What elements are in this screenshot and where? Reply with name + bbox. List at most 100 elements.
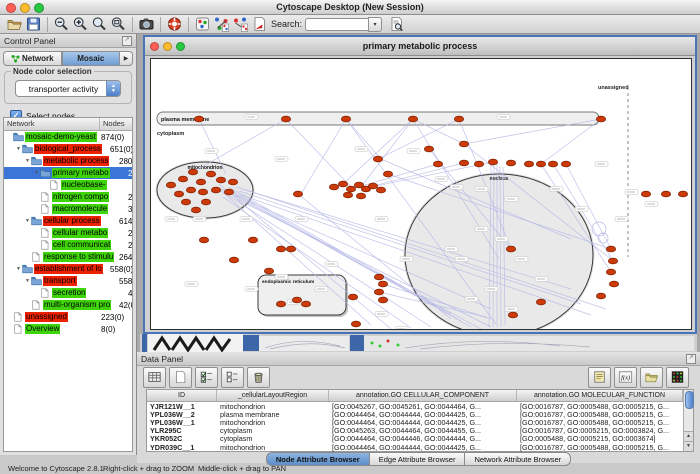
import-attr-icon[interactable] xyxy=(640,367,663,388)
expander-icon[interactable]: ▼ xyxy=(33,170,40,176)
tree-row[interactable]: ▼establishment of lo558(0) xyxy=(4,263,132,275)
network-node[interactable] xyxy=(343,192,352,198)
network-node[interactable] xyxy=(608,258,617,264)
network-node[interactable] xyxy=(196,179,205,185)
network-node[interactable] xyxy=(248,237,257,243)
column-header[interactable]: annotation.GO MOLECULAR_FUNCTION xyxy=(517,390,683,401)
network-node[interactable] xyxy=(378,281,387,287)
network-view-window[interactable]: primary metabolic process plasma membran… xyxy=(143,35,697,334)
tree-row[interactable]: cellular metabo209(0) xyxy=(4,227,132,239)
node-color-dropdown[interactable]: transporter activity ▲▼ xyxy=(15,80,121,97)
camera-icon[interactable] xyxy=(137,16,156,33)
search-input[interactable] xyxy=(305,18,368,31)
scroll-up-button[interactable]: ▲ xyxy=(684,431,693,441)
network-node[interactable] xyxy=(678,191,687,197)
network-node[interactable] xyxy=(424,146,433,152)
new-attr-icon[interactable] xyxy=(169,367,192,388)
scrollbar-thumb[interactable] xyxy=(685,391,694,409)
network-node[interactable] xyxy=(206,171,215,177)
network-node[interactable] xyxy=(188,169,197,175)
network-node[interactable] xyxy=(376,187,385,193)
self-loop-edge[interactable] xyxy=(592,222,606,236)
function-builder-icon[interactable]: f(x) xyxy=(614,367,637,388)
tree-row[interactable]: unassigned223(0) xyxy=(4,311,132,323)
network-node[interactable] xyxy=(459,160,468,166)
network-node[interactable] xyxy=(199,237,208,243)
tree-row[interactable]: macromolecule311(0) xyxy=(4,203,132,215)
tree-col-nodes[interactable]: Nodes xyxy=(100,118,132,130)
network-node[interactable] xyxy=(508,312,517,318)
network-node[interactable] xyxy=(178,176,187,182)
tree-row[interactable]: ▼primary metabo209(... xyxy=(4,167,132,179)
network-node[interactable] xyxy=(609,281,618,287)
network-node[interactable] xyxy=(228,179,237,185)
select-attr-icon[interactable] xyxy=(195,367,218,388)
network-node[interactable] xyxy=(454,116,463,122)
zoom-in-icon[interactable] xyxy=(71,16,90,33)
network-node[interactable] xyxy=(229,257,238,263)
tabs-overflow-button[interactable]: ▶ xyxy=(120,51,133,66)
network-node[interactable] xyxy=(276,246,285,252)
network-node[interactable] xyxy=(341,116,350,122)
column-header[interactable]: ID xyxy=(147,390,217,401)
network-node[interactable] xyxy=(561,161,570,167)
network-canvas[interactable]: plasma membranecytoplasmmitochondrionnuc… xyxy=(150,58,692,330)
zoom-fit-icon[interactable] xyxy=(109,16,128,33)
network-node[interactable] xyxy=(661,191,670,197)
network-node[interactable] xyxy=(216,177,225,183)
zoom-selected-icon[interactable] xyxy=(90,16,109,33)
column-header[interactable]: annotation.GO CELLULAR_COMPONENT xyxy=(329,390,517,401)
tab-mosaic[interactable]: Mosaic xyxy=(62,51,121,66)
table-scrollbar[interactable]: ▲ ▼ xyxy=(683,390,693,451)
tree-row[interactable]: nucleobase-209(0) xyxy=(4,179,132,191)
network-node[interactable] xyxy=(474,161,483,167)
open-icon[interactable] xyxy=(5,16,24,33)
network-node[interactable] xyxy=(338,181,347,187)
float-panel-icon[interactable]: ↗ xyxy=(122,36,132,46)
tree-row[interactable]: ▼biological_process651(0) xyxy=(4,143,132,155)
network-node[interactable] xyxy=(524,161,533,167)
tree-row[interactable]: nitrogen compo209(0) xyxy=(4,191,132,203)
network-node[interactable] xyxy=(174,191,183,197)
tree-row[interactable]: ▼metabolic process280(0) xyxy=(4,155,132,167)
expander-icon[interactable]: ▼ xyxy=(24,278,31,284)
tree-col-network[interactable]: Network xyxy=(4,118,100,130)
network-node[interactable] xyxy=(433,161,442,167)
network-node[interactable] xyxy=(194,116,203,122)
network-node[interactable] xyxy=(536,299,545,305)
network-node[interactable] xyxy=(606,246,615,252)
network-node[interactable] xyxy=(198,189,207,195)
network-node[interactable] xyxy=(201,199,210,205)
annotation-icon[interactable] xyxy=(250,16,269,33)
notes-icon[interactable] xyxy=(588,367,611,388)
layout-nodes-icon[interactable] xyxy=(212,16,231,33)
tab-network[interactable]: Network xyxy=(3,51,62,66)
network-node[interactable] xyxy=(186,187,195,193)
tree-row[interactable]: response to stimulu264(0) xyxy=(4,251,132,263)
attr-matrix-icon[interactable] xyxy=(666,367,689,388)
network-node[interactable] xyxy=(276,301,285,307)
network-node[interactable] xyxy=(346,186,355,192)
network-node[interactable] xyxy=(374,274,383,280)
zoom-out-icon[interactable] xyxy=(52,16,71,33)
expander-icon[interactable]: ▼ xyxy=(24,218,31,224)
tree-row[interactable]: ▼transport558(0) xyxy=(4,275,132,287)
network-node[interactable] xyxy=(408,116,417,122)
network-node[interactable] xyxy=(264,268,273,274)
attr-table-icon[interactable] xyxy=(143,367,166,388)
tree-row[interactable]: cell communicat22(0) xyxy=(4,239,132,251)
tree-row[interactable]: ▼cellular process614(0) xyxy=(4,215,132,227)
network-node[interactable] xyxy=(286,246,295,252)
expander-icon[interactable]: ▼ xyxy=(15,266,22,272)
network-node[interactable] xyxy=(281,116,290,122)
network-node[interactable] xyxy=(211,187,220,193)
expander-icon[interactable]: ▼ xyxy=(24,158,31,164)
column-header[interactable]: _cellularLayoutRegion xyxy=(217,390,329,401)
network-node[interactable] xyxy=(301,301,310,307)
tree-row[interactable]: secretion41(0) xyxy=(4,287,132,299)
network-node[interactable] xyxy=(368,183,377,189)
save-icon[interactable] xyxy=(24,16,43,33)
search-options-icon[interactable] xyxy=(387,16,406,33)
network-node[interactable] xyxy=(378,297,387,303)
network-node[interactable] xyxy=(459,141,468,147)
